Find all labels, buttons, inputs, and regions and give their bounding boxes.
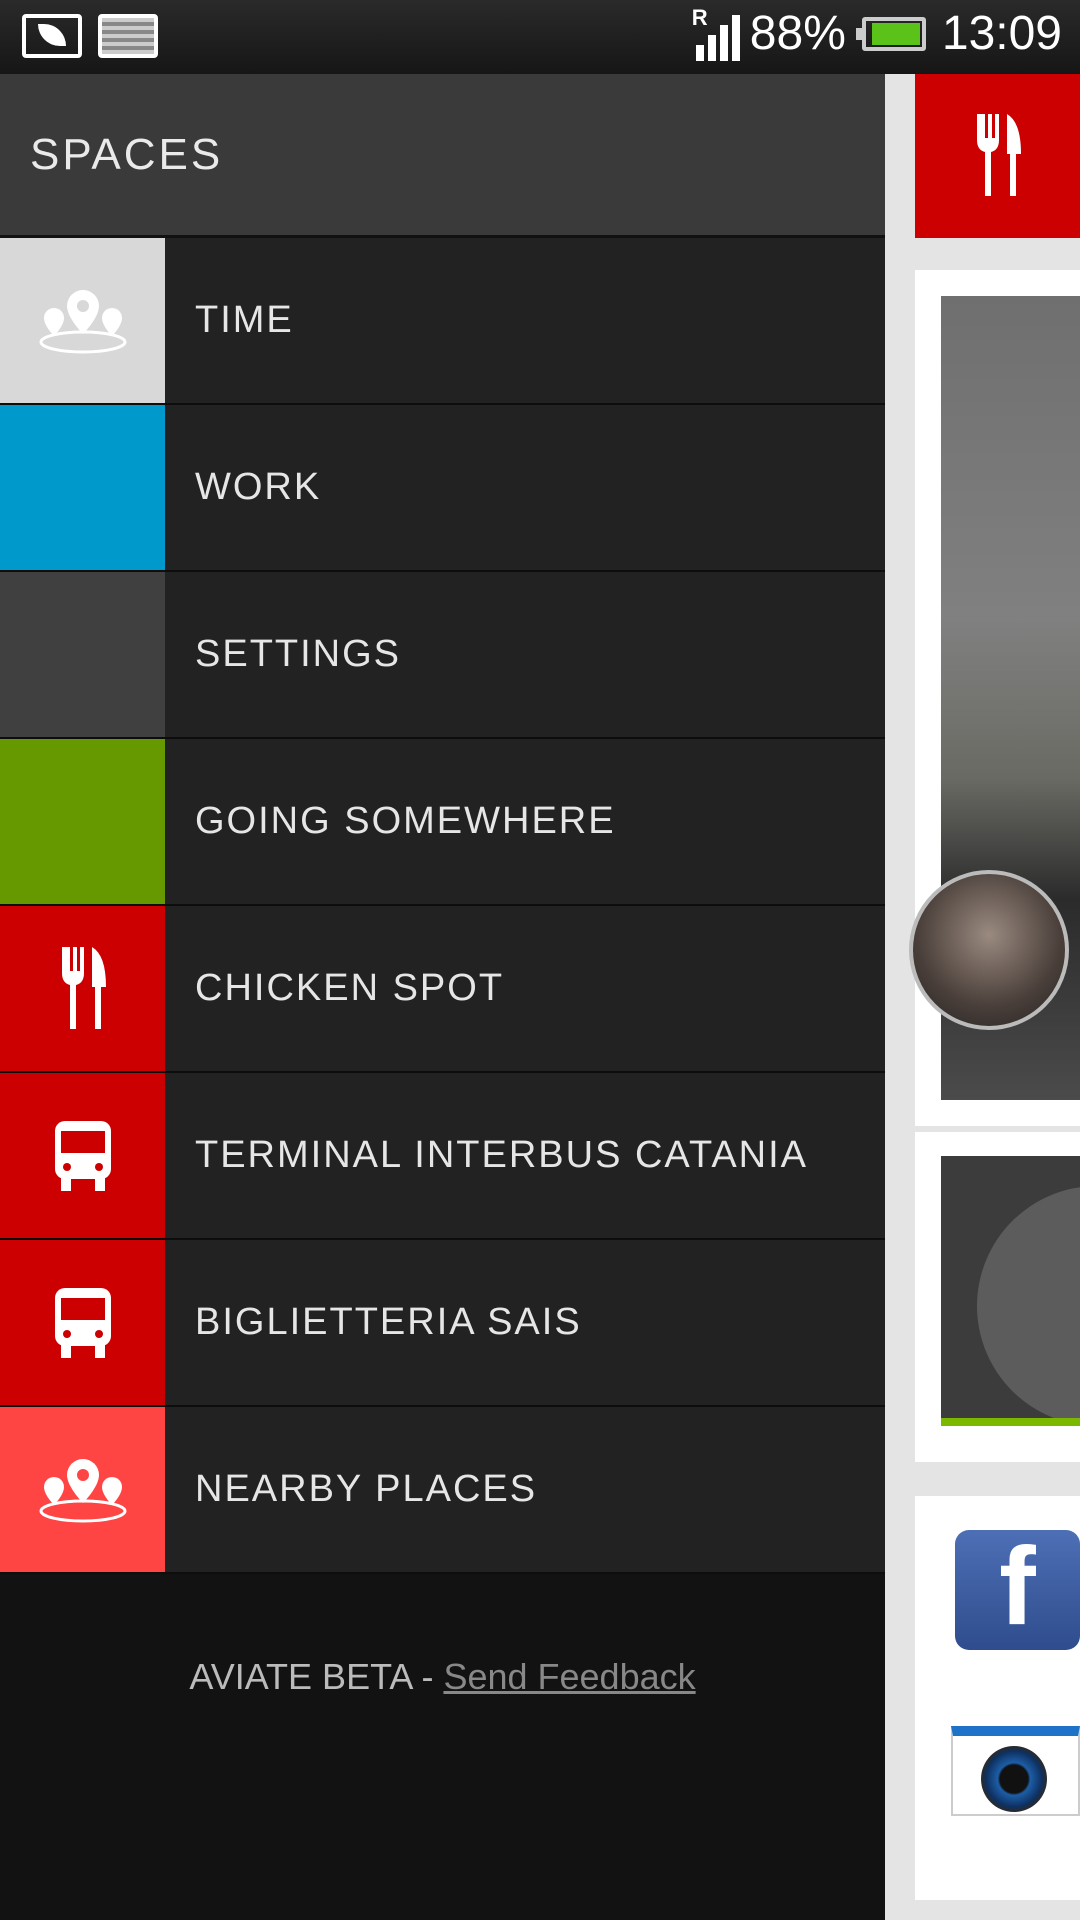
drawer-footer: AVIATE BETA - Send Feedback	[0, 1656, 885, 1698]
space-item-settings[interactable]: SETTINGS	[0, 572, 885, 739]
space-label: BIGLIETTERIA SAIS	[195, 1301, 582, 1343]
facebook-app-icon[interactable]: f	[955, 1530, 1080, 1650]
space-item-nearby-places[interactable]: NEARBY PLACES	[0, 1407, 885, 1574]
send-feedback-link[interactable]: Send Feedback	[443, 1656, 695, 1697]
brand-label: AVIATE BETA	[189, 1656, 412, 1697]
space-item-work[interactable]: WORK	[0, 405, 885, 572]
drawer-header: SPACES	[0, 74, 885, 238]
space-item-going-somewhere[interactable]: GOING SOMEWHERE	[0, 739, 885, 906]
space-label: CHICKEN SPOT	[195, 967, 505, 1009]
space-tile	[0, 405, 165, 570]
places-pin-icon	[39, 1458, 126, 1522]
space-label: SETTINGS	[195, 633, 402, 675]
space-label: TERMINAL INTERBUS CATANIA	[195, 1134, 809, 1176]
clock: 13:09	[941, 7, 1062, 60]
space-tile	[0, 1407, 165, 1572]
status-bar: R 88% 13:09	[0, 0, 1080, 74]
space-label: NEARBY PLACES	[195, 1468, 538, 1510]
spaces-list: TIME WORK SETTINGS GOING SOMEWHERE CHICK…	[0, 238, 885, 1574]
bus-icon	[54, 1120, 111, 1191]
footer-separator: -	[411, 1656, 444, 1697]
space-item-time[interactable]: TIME	[0, 238, 885, 405]
space-tile	[0, 1240, 165, 1405]
home-screen-peek[interactable]: f	[885, 74, 1080, 1920]
music-card[interactable]	[915, 1132, 1080, 1462]
fork-knife-icon	[61, 946, 106, 1029]
battery-icon	[855, 16, 926, 51]
image-notification-icon	[98, 14, 158, 58]
space-tile	[0, 572, 165, 737]
space-tile	[0, 739, 165, 904]
space-tile	[0, 1073, 165, 1238]
notification-icons	[22, 14, 158, 58]
apps-card: f	[915, 1496, 1080, 1900]
space-header-tile[interactable]	[915, 74, 1080, 238]
space-item-terminal-interbus-catania[interactable]: TERMINAL INTERBUS CATANIA	[0, 1073, 885, 1240]
disc-icon	[977, 1186, 1080, 1418]
battery-percent: 88%	[749, 7, 846, 60]
spaces-drawer: SPACES TIME WORK SETTINGS GOING SOMEWHER…	[0, 74, 885, 1920]
space-tile	[0, 906, 165, 1071]
camera-app-icon[interactable]	[951, 1726, 1080, 1816]
space-item-chicken-spot[interactable]: CHICKEN SPOT	[0, 906, 885, 1073]
space-label: WORK	[195, 466, 322, 508]
space-label: GOING SOMEWHERE	[195, 800, 616, 842]
roaming-indicator: R	[691, 4, 708, 30]
signal-icon: R	[691, 4, 740, 61]
drawer-title: SPACES	[30, 129, 224, 179]
places-pin-icon	[39, 289, 126, 353]
bus-icon	[54, 1287, 111, 1358]
avatar[interactable]	[909, 870, 1069, 1030]
fork-knife-icon	[976, 114, 1021, 196]
space-item-biglietteria-sais[interactable]: BIGLIETTERIA SAIS	[0, 1240, 885, 1407]
space-label: TIME	[195, 299, 294, 341]
photo-card[interactable]	[909, 270, 1080, 1126]
leaf-notification-icon	[22, 14, 82, 58]
space-tile	[0, 238, 165, 403]
